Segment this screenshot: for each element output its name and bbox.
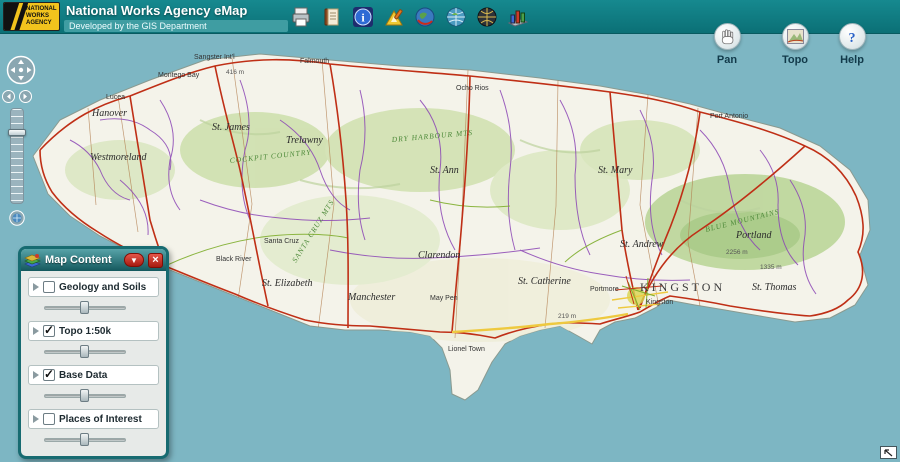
- overview-map-toggle[interactable]: [880, 446, 897, 459]
- pan-button[interactable]: Pan: [704, 23, 750, 66]
- map-label: 416 m: [226, 69, 244, 76]
- logo-line3: AGENCY: [26, 20, 57, 27]
- question-icon: ?: [843, 28, 861, 46]
- layer-row-geology: Geology and Soils: [28, 277, 159, 314]
- map-label: Sangster Int'l: [194, 54, 235, 61]
- globe-dark-icon[interactable]: [474, 4, 499, 29]
- previous-extent-button[interactable]: [2, 90, 15, 108]
- map-label: KINGSTON: [640, 280, 725, 294]
- slider-thumb[interactable]: [80, 389, 89, 402]
- slider-thumb[interactable]: [80, 345, 89, 358]
- layer-label: Places of Interest: [59, 414, 142, 425]
- layer-label: Base Data: [59, 370, 107, 381]
- map-label: Lionel Town: [448, 346, 485, 353]
- measure-icon[interactable]: [381, 4, 406, 29]
- map-label: 219 m: [558, 313, 576, 320]
- layer-row-topo: Topo 1:50k: [28, 321, 159, 358]
- layer-checkbox-topo[interactable]: [43, 325, 55, 337]
- map-label: Santa Cruz: [264, 238, 300, 245]
- layer-checkbox-geology[interactable]: [43, 281, 55, 293]
- toolbar: i: [288, 4, 530, 29]
- topo-button[interactable]: Topo: [772, 23, 818, 66]
- extent-history-controls: [2, 90, 32, 108]
- layer-opacity-slider[interactable]: [44, 301, 126, 314]
- map-label: May Pen: [430, 295, 458, 302]
- expand-arrow-icon[interactable]: [33, 415, 39, 423]
- map-label: 2256 m: [726, 249, 748, 256]
- map-label: Portland: [735, 230, 773, 241]
- pan-compass-control[interactable]: [6, 55, 36, 90]
- globe-americas-icon[interactable]: [412, 4, 437, 29]
- map-label: Ocho Rios: [456, 85, 489, 92]
- legend-book-icon[interactable]: [319, 4, 344, 29]
- map-label: Lucea: [106, 94, 125, 101]
- expand-arrow-icon[interactable]: [33, 371, 39, 379]
- panel-minimize-button[interactable]: ▼: [124, 253, 144, 267]
- map-label: St. Mary: [598, 165, 633, 176]
- zoom-slider[interactable]: [10, 108, 24, 204]
- map-label: Port Antonio: [710, 113, 748, 120]
- layer-label: Topo 1:50k: [59, 326, 111, 337]
- map-label: Trelawny: [286, 135, 323, 146]
- topo-thumbnail-icon: [787, 29, 804, 44]
- header-bar: NATIONAL WORKS AGENCY National Works Age…: [0, 0, 900, 34]
- logo-line1: NATIONAL: [26, 6, 57, 13]
- layer-opacity-slider[interactable]: [44, 389, 126, 402]
- map-label: St. Thomas: [752, 282, 797, 293]
- layer-opacity-slider[interactable]: [44, 345, 126, 358]
- map-label: St. Elizabeth: [262, 278, 313, 289]
- hand-icon: [718, 28, 736, 46]
- map-label: Kingston: [646, 299, 673, 306]
- zoom-slider-thumb[interactable]: [8, 129, 26, 136]
- app-subtitle: Developed by the GIS Department: [64, 20, 288, 32]
- map-label: St. Andrew: [620, 239, 664, 250]
- layer-list: Geology and Soils Topo 1:50k: [21, 271, 166, 456]
- corner-arrow-icon: [883, 448, 894, 457]
- layer-row-places: Places of Interest: [28, 409, 159, 446]
- map-label: Manchester: [347, 292, 395, 303]
- map-label: Hanover: [91, 108, 127, 119]
- app-window: Hanover Westmoreland St. James Trelawny St. …: [0, 0, 900, 462]
- expand-arrow-icon[interactable]: [33, 283, 39, 291]
- map-label: St. James: [212, 122, 250, 133]
- next-extent-button[interactable]: [19, 90, 32, 108]
- chart-3d-icon[interactable]: [505, 4, 530, 29]
- svg-text:?: ?: [849, 31, 856, 46]
- help-button[interactable]: ? Help: [829, 23, 875, 66]
- map-label: Clarendon: [418, 250, 460, 261]
- layers-icon: [24, 253, 41, 268]
- expand-arrow-icon[interactable]: [33, 327, 39, 335]
- layer-opacity-slider[interactable]: [44, 433, 126, 446]
- nwa-logo: NATIONAL WORKS AGENCY: [3, 2, 60, 31]
- map-label: Black River: [216, 256, 252, 263]
- map-label: St. Ann: [430, 165, 459, 176]
- slider-thumb[interactable]: [80, 301, 89, 314]
- map-content-title: Map Content: [45, 254, 120, 266]
- map-label: St. Catherine: [518, 276, 571, 287]
- help-button-label: Help: [829, 54, 875, 66]
- print-icon[interactable]: [288, 4, 313, 29]
- layer-label: Geology and Soils: [59, 282, 146, 293]
- layer-checkbox-basedata[interactable]: [43, 369, 55, 381]
- panel-close-button[interactable]: ×: [148, 253, 163, 268]
- map-label: Falmouth: [300, 58, 329, 65]
- topo-button-label: Topo: [772, 54, 818, 66]
- map-label: Portmore: [590, 286, 619, 293]
- globe-network-icon[interactable]: [443, 4, 468, 29]
- map-label: 1335 m: [760, 264, 782, 271]
- layer-row-basedata: Base Data: [28, 365, 159, 402]
- logo-line2: WORKS: [26, 13, 57, 20]
- pan-button-label: Pan: [704, 54, 750, 66]
- map-label: Westmoreland: [90, 152, 147, 163]
- map-content-header[interactable]: Map Content ▼ ×: [21, 249, 166, 271]
- app-title: National Works Agency eMap: [66, 3, 247, 18]
- info-icon[interactable]: i: [350, 4, 375, 29]
- map-content-panel: Map Content ▼ × Geology and Soils T: [18, 246, 169, 459]
- slider-thumb[interactable]: [80, 433, 89, 446]
- full-extent-button[interactable]: [9, 210, 25, 231]
- layer-checkbox-places[interactable]: [43, 413, 55, 425]
- map-label: Montego Bay: [158, 72, 200, 79]
